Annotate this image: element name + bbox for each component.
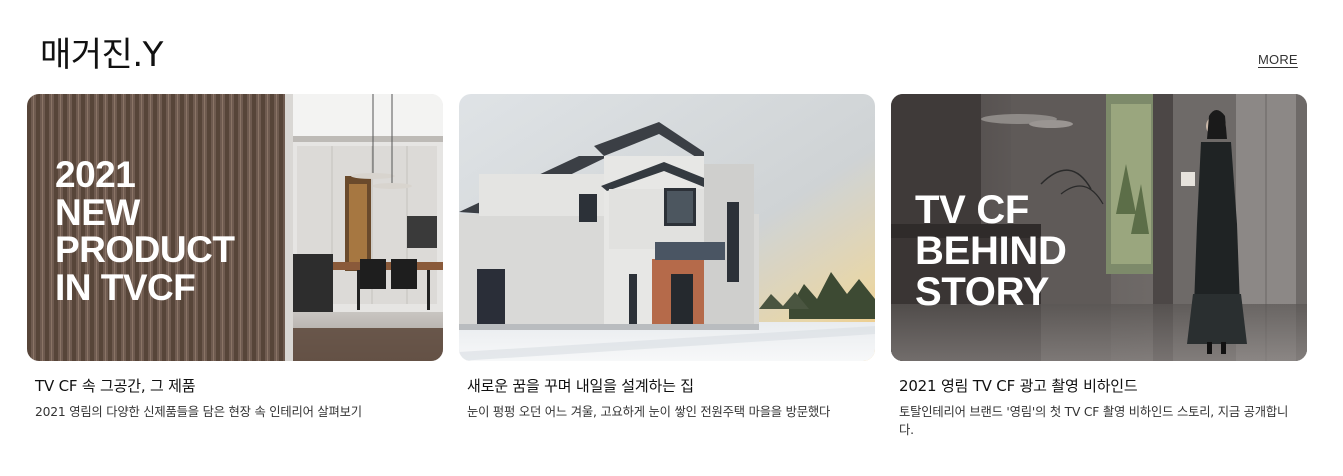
card-description: 2021 영림의 다양한 신제품들을 담은 현장 속 인테리어 살펴보기: [35, 405, 362, 419]
card-title[interactable]: 새로운 꿈을 꾸며 내일을 설계하는 집: [459, 375, 875, 396]
overlay-line: BEHIND: [915, 228, 1067, 273]
card-overlay-text: 2021 NEW PRODUCT IN TVCF: [55, 154, 235, 309]
overlay-line: TV CF: [915, 188, 1030, 232]
card-title[interactable]: TV CF 속 그공간, 그 제품: [27, 375, 443, 396]
card-thumbnail[interactable]: 2021 NEW PRODUCT IN TVCF: [27, 94, 443, 361]
card-description: 토탈인테리어 브랜드 '영림'의 첫 TV CF 촬영 비하인드 스토리, 지금…: [899, 405, 1289, 437]
more-link[interactable]: MORE: [1258, 52, 1298, 67]
overlay-line: 2021: [55, 154, 136, 195]
card-thumbnail[interactable]: TV CF BEHIND STORY: [891, 94, 1307, 361]
magazine-card[interactable]: TV CF BEHIND STORY 2021 영림 TV CF 광고 촬영 비…: [891, 94, 1307, 439]
magazine-card[interactable]: 새로운 꿈을 꾸며 내일을 설계하는 집 눈이 펑펑 오던 어느 겨울, 고요하…: [459, 94, 875, 421]
house-exterior-image: [459, 94, 875, 361]
card-description: 눈이 펑펑 오던 어느 겨울, 고요하게 눈이 쌓인 전원주택 마을을 방문했다: [467, 405, 831, 419]
card-thumbnail[interactable]: [459, 94, 875, 361]
card-title[interactable]: 2021 영림 TV CF 광고 촬영 비하인드: [891, 375, 1307, 396]
overlay-line: STORY: [915, 269, 1050, 314]
card-overlay-text: TV CF BEHIND STORY: [915, 190, 1067, 312]
section-title: 매거진.Y: [40, 35, 163, 75]
overlay-line: IN TVCF: [55, 267, 196, 309]
magazine-card[interactable]: 2021 NEW PRODUCT IN TVCF TV CF 속 그공간, 그 …: [27, 94, 443, 421]
overlay-line: PRODUCT: [55, 229, 235, 271]
overlay-line: NEW: [55, 191, 140, 233]
